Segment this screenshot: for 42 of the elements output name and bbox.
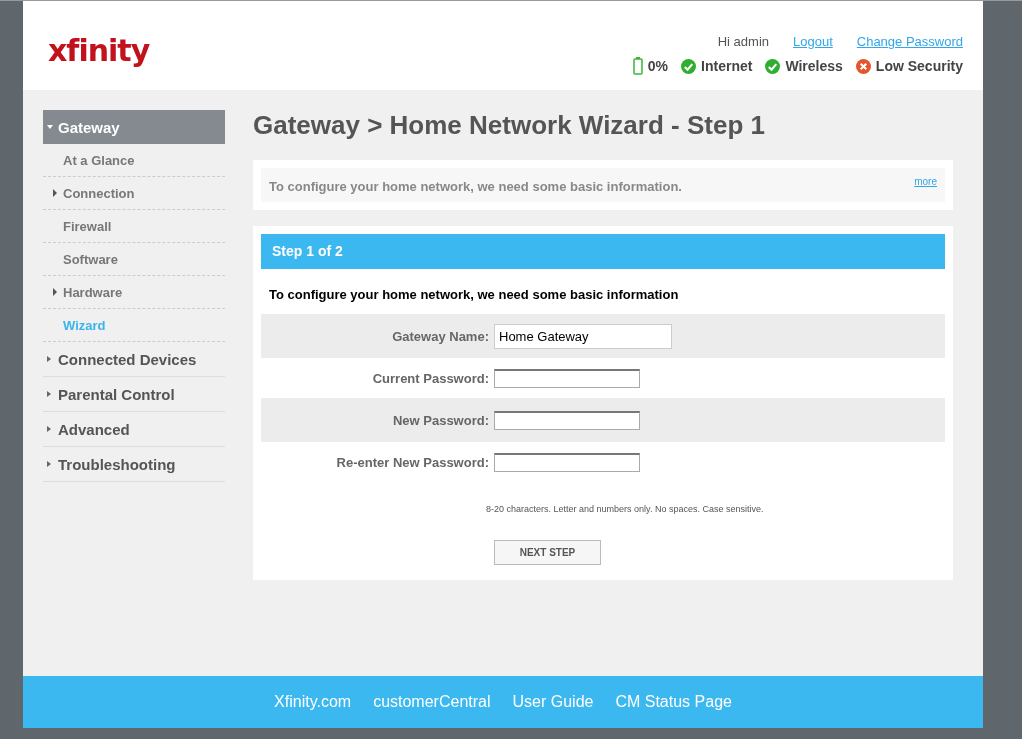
nav-section[interactable]: Gateway (43, 110, 225, 144)
status-label: 0% (647, 58, 669, 74)
text-field[interactable]: Home Gateway (494, 323, 672, 349)
check-icon (765, 58, 781, 74)
status-label: Wireless (785, 58, 843, 74)
nav-item[interactable]: At a Glance (43, 144, 225, 177)
xfinity-logo: xfinity (48, 33, 150, 68)
nav-item[interactable]: Connection (43, 177, 225, 210)
status-label: Low Security (875, 58, 963, 74)
header-link[interactable]: Logout (793, 34, 833, 49)
check-icon (681, 58, 697, 74)
nav-item[interactable]: Wizard (43, 309, 225, 342)
nav-section[interactable]: Parental Control (43, 377, 225, 412)
error-icon (855, 58, 871, 74)
header-link[interactable]: Change Password (856, 34, 963, 49)
field-label: Gateway Name: (391, 328, 489, 344)
password-field[interactable] (494, 368, 640, 388)
footer-link[interactable]: User Guide (512, 693, 594, 711)
field-label: New Password: (391, 412, 489, 428)
nav-section[interactable]: Troubleshooting (43, 447, 225, 482)
password-field[interactable] (494, 452, 640, 472)
field-label: Re-enter New Password: (335, 454, 489, 470)
step-header: Step 1 of 2 (261, 234, 945, 269)
hint-text: 8-20 characters. Letter and numbers only. No spaces. Case sensitive. (486, 504, 765, 514)
nav-section[interactable]: Connected Devices (43, 342, 225, 377)
field-label: Current Password: (371, 370, 489, 386)
nav-item[interactable]: Hardware (43, 276, 225, 309)
next-step-button[interactable]: NEXT STEP (494, 540, 601, 565)
greeting: Hi admin (717, 34, 769, 49)
status-label: Internet (701, 58, 753, 74)
page-title: Gateway > Home Network Wizard - Step 1 (253, 110, 766, 140)
nav-section[interactable]: Advanced (43, 412, 225, 447)
intro-text: To configure your home network, we need some basic information (269, 287, 680, 302)
nav-item[interactable]: Software (43, 243, 225, 276)
footer-link[interactable]: customerCentral (373, 693, 491, 711)
battery-icon (632, 57, 643, 75)
nav-item[interactable]: Firewall (43, 210, 225, 243)
footer-link[interactable]: CM Status Page (615, 693, 732, 711)
more-link[interactable]: more (914, 176, 937, 194)
footer-link[interactable]: Xfinity.com (274, 693, 352, 711)
info-text: To configure your home network, we need some basic information. (269, 179, 682, 194)
password-field[interactable] (494, 410, 640, 430)
